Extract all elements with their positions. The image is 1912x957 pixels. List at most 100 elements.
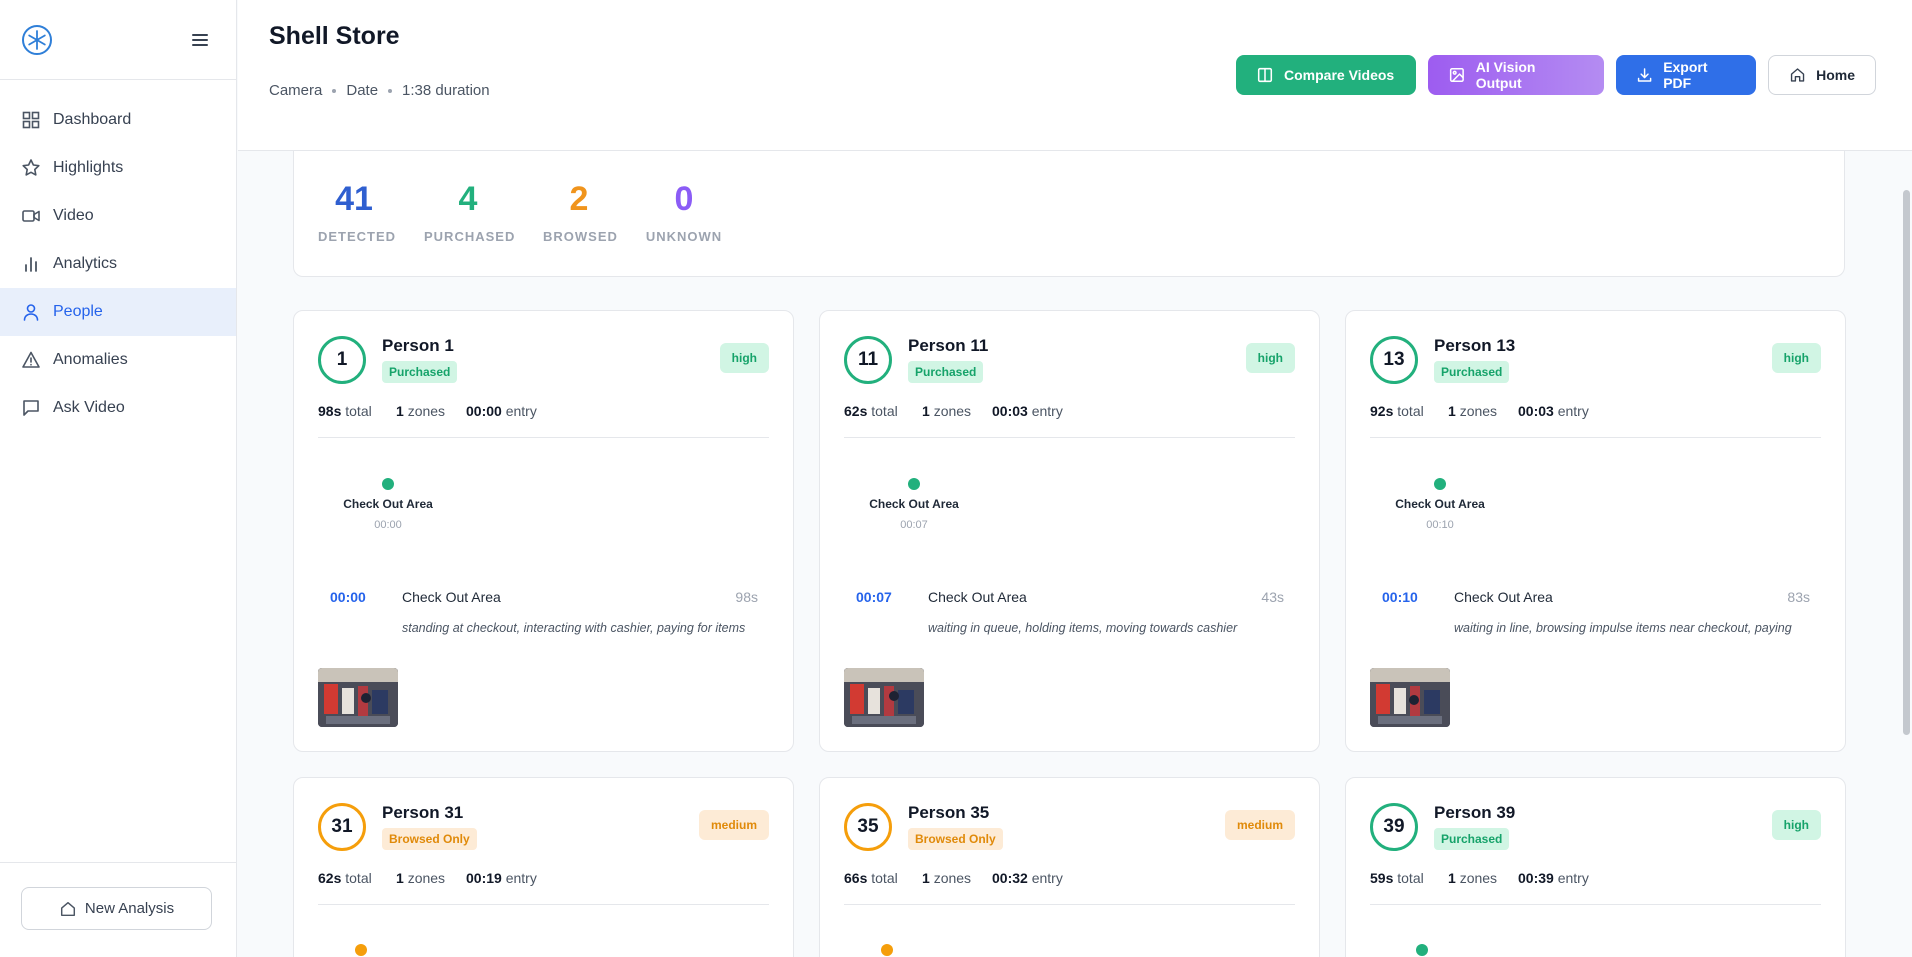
zones-count: 1 [1448,403,1456,419]
compare-videos-label: Compare Videos [1284,67,1395,83]
event-zone: Check Out Area [1454,589,1553,605]
status-badge: Browsed Only [382,828,477,850]
event-description: waiting in queue, holding items, moving … [928,621,1238,635]
person-card[interactable]: 31 Person 31 Browsed Only medium 62s tot… [293,777,794,957]
person-stats: 66s total 1 zones 00:32 entry [844,870,1063,886]
star-icon [22,159,40,176]
separator-dot [388,88,393,93]
stat-purchased: 4 PURCHASED [424,179,514,244]
event-description: standing at checkout, interacting with c… [402,621,746,635]
sidebar-item-analytics[interactable]: Analytics [0,240,236,288]
person-card[interactable]: 35 Person 35 Browsed Only medium 66s tot… [819,777,1320,957]
home-button[interactable]: Home [1768,55,1876,95]
stat-value: 41 [335,180,373,218]
event-timestamp[interactable]: 00:00 [330,589,366,605]
entry-label: entry [1031,403,1063,419]
total-time: 92s [1370,403,1394,419]
zone-node[interactable] [382,478,394,490]
image-icon [1449,68,1464,82]
divider [844,437,1295,438]
page-scrollbar[interactable] [1903,190,1910,735]
video-thumbnail[interactable] [318,668,398,727]
zones-label: zones [1459,870,1498,886]
zone-node-time: 00:07 [900,519,928,531]
sidebar-item-label: Highlights [53,159,124,176]
zone-node[interactable] [1416,944,1428,956]
export-pdf-button[interactable]: Export PDF [1616,55,1756,95]
stat-label: DETECTED [318,229,397,244]
sidebar-item-ask-video[interactable]: Ask Video [0,384,236,432]
person-name: Person 39 [1434,803,1516,822]
new-analysis-button[interactable]: New Analysis [21,887,212,930]
zones-count: 1 [396,403,404,419]
stat-browsed: 2 BROWSED [543,179,617,244]
sidebar-item-dashboard[interactable]: Dashboard [0,96,236,144]
event-duration: 43s [1261,589,1284,605]
entry-label: entry [1557,870,1589,886]
sidebar-item-label: Anomalies [53,351,128,368]
total-label: total [345,403,372,419]
zone-node[interactable] [881,944,893,956]
person-card[interactable]: 39 Person 39 Purchased high 59s total 1 … [1345,777,1846,957]
entry-time: 00:03 [992,403,1028,419]
bar-chart-icon [25,257,37,272]
sidebar-item-video[interactable]: Video [0,192,236,240]
grid-icon [22,111,40,129]
export-pdf-label: Export PDF [1663,59,1708,91]
event-timestamp[interactable]: 00:07 [856,589,892,605]
home-icon [1790,68,1805,82]
hamburger-menu-icon[interactable] [188,28,212,52]
compare-videos-button[interactable]: Compare Videos [1236,55,1416,95]
stats-summary: 41 DETECTED 4 PURCHASED 2 BROWSED 0 UNKN… [293,151,1845,277]
sidebar-item-people[interactable]: People [0,288,236,336]
divider [318,437,769,438]
zones-label: zones [933,870,972,886]
confidence-badge: high [1771,343,1821,373]
zones-count: 1 [922,403,930,419]
person-name: Person 35 [908,803,990,822]
person-card[interactable]: 11 Person 11 Purchased high 62s total 1 … [819,310,1320,752]
person-number: 31 [318,803,366,851]
ai-vision-output-button[interactable]: AI Vision Output [1428,55,1604,95]
separator-dot [332,88,337,93]
logo-icon[interactable] [21,24,53,56]
status-badge: Browsed Only [908,828,1003,850]
person-stats: 62s total 1 zones 00:03 entry [844,403,1063,419]
person-number: 11 [844,336,892,384]
zone-node[interactable] [1434,478,1446,490]
stat-value: 2 [569,180,589,218]
confidence-badge: medium [698,810,769,840]
sidebar-nav: Dashboard Highlights Video Analytics Peo… [0,80,236,432]
zone-node[interactable] [908,478,920,490]
sidebar-item-anomalies[interactable]: Anomalies [0,336,236,384]
zones-label: zones [407,870,446,886]
zones-label: zones [1459,403,1498,419]
sidebar-header [0,0,236,80]
event-timestamp[interactable]: 00:10 [1382,589,1418,605]
video-meta: Camera Date 1:38 duration [269,82,490,99]
header-actions: Compare Videos AI Vision Output Export P… [1236,55,1876,95]
person-card[interactable]: 13 Person 13 Purchased high 92s total 1 … [1345,310,1846,752]
sidebar-item-highlights[interactable]: Highlights [0,144,236,192]
sidebar-item-label: Analytics [53,255,118,272]
confidence-badge: high [1245,343,1295,373]
total-label: total [871,403,898,419]
zones-count: 1 [922,870,930,886]
stat-value: 4 [458,180,478,218]
event-zone: Check Out Area [928,589,1027,605]
person-name: Person 11 [908,336,989,355]
confidence-badge: high [719,343,769,373]
sidebar-item-label: Video [53,207,94,224]
zone-node[interactable] [355,944,367,956]
status-badge: Purchased [908,361,984,383]
page-header: Shell Store Camera Date 1:38 duration Co… [238,0,1912,151]
message-icon [23,400,39,416]
sidebar: Dashboard Highlights Video Analytics Peo… [0,0,237,957]
video-thumbnail[interactable] [844,668,924,727]
person-card[interactable]: 1 Person 1 Purchased high 98s total 1 zo… [293,310,794,752]
total-label: total [871,870,898,886]
video-thumbnail[interactable] [1370,668,1450,727]
zones-count: 1 [396,870,404,886]
new-analysis-label: New Analysis [84,900,175,917]
total-time: 98s [318,403,342,419]
